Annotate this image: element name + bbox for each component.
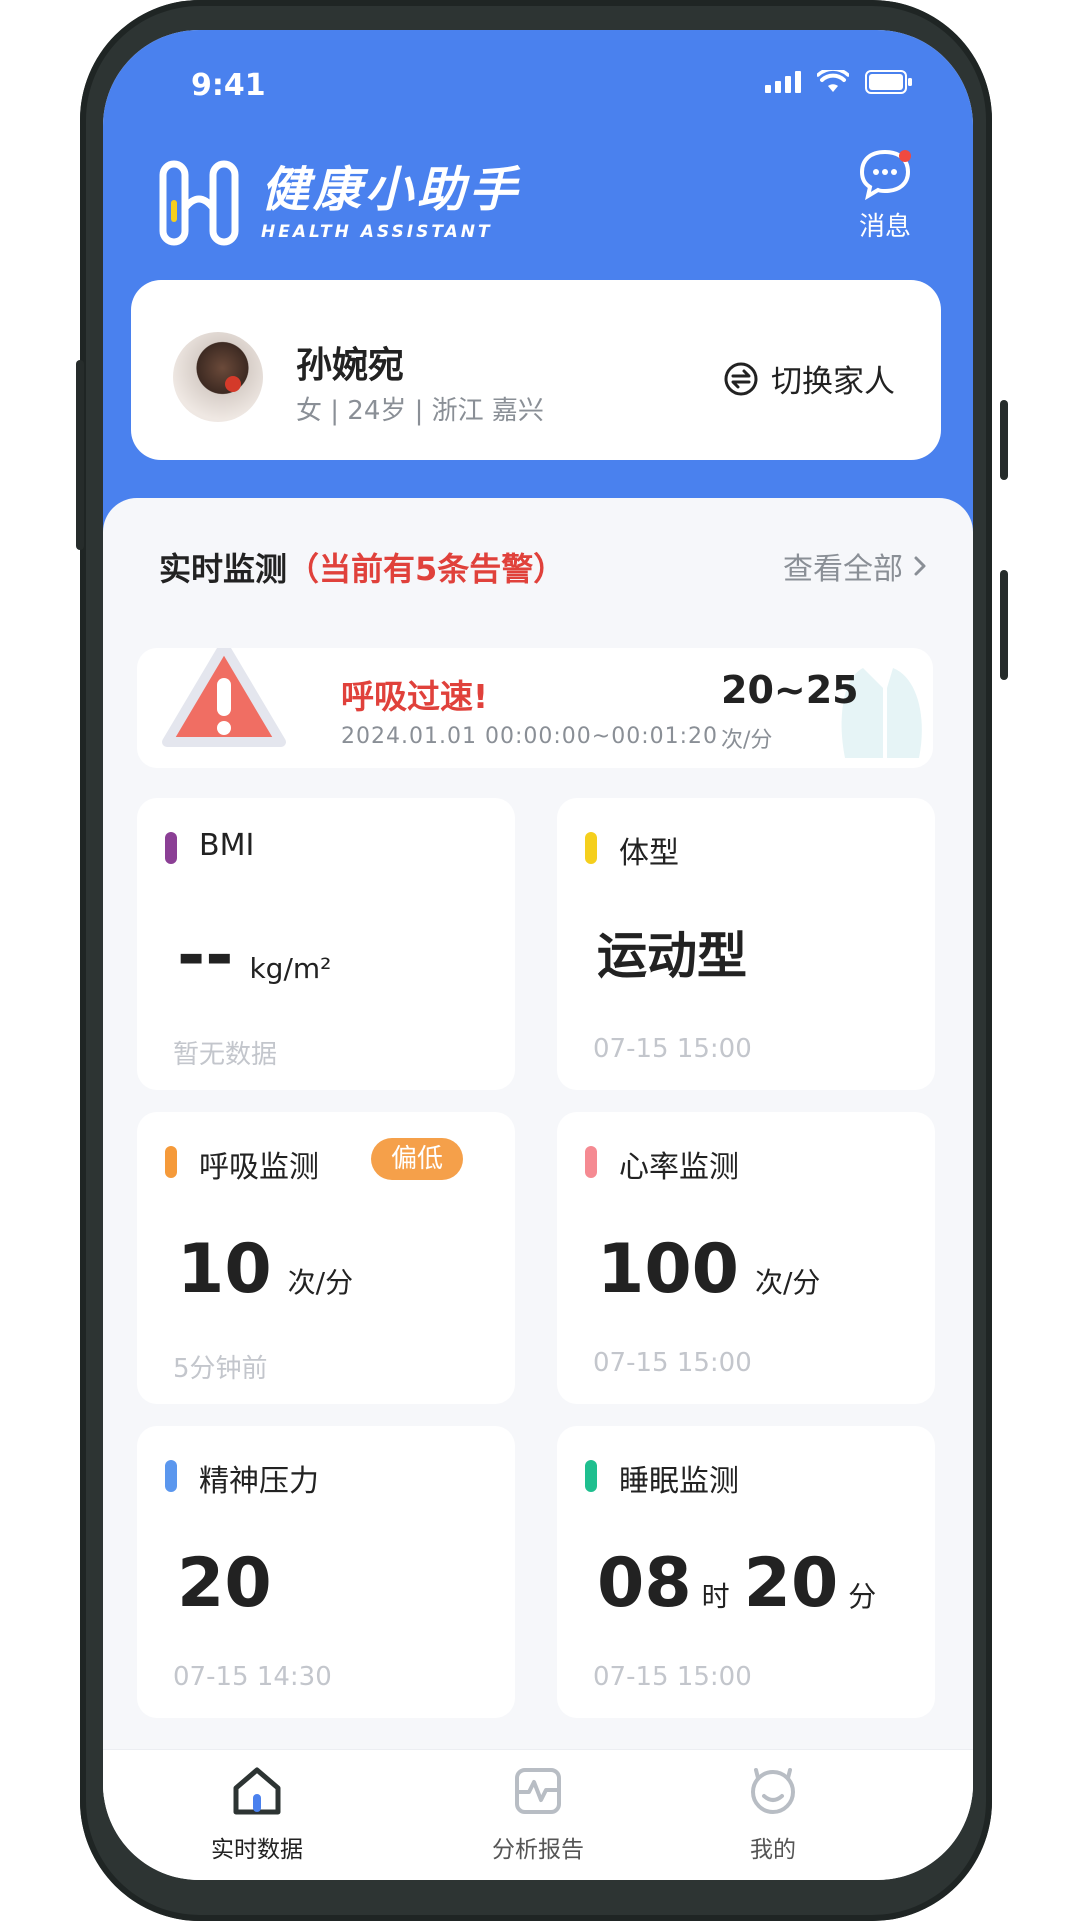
breath-time: 5分钟前	[173, 1354, 268, 1384]
sleep-color-bar	[585, 1460, 597, 1492]
bmi-card[interactable]: BMI -- kg/m² 暂无数据	[137, 798, 515, 1090]
stress-color-bar	[165, 1460, 177, 1492]
heart-color-bar	[585, 1146, 597, 1178]
sleep-hours: 08	[597, 1544, 692, 1623]
tab-mine[interactable]: 我的	[683, 1764, 863, 1864]
warning-triangle-icon	[162, 648, 286, 747]
alert-value: 20~25	[721, 668, 859, 712]
breath-unit: 次/分	[287, 1266, 354, 1299]
bmi-title: BMI	[199, 828, 255, 863]
profile-name: 孙婉宛	[296, 345, 405, 386]
sleep-value: 08 时 20 分	[597, 1544, 876, 1623]
view-all-link[interactable]: 查看全部	[783, 544, 927, 588]
bmi-value-text: --	[177, 916, 234, 995]
status-time: 9:41	[191, 68, 266, 103]
tab-realtime[interactable]: 实时数据	[167, 1764, 347, 1864]
chevron-right-icon	[914, 556, 926, 576]
body-type-card[interactable]: 体型 运动型 07-15 15:00	[557, 798, 935, 1090]
wifi-icon	[817, 70, 849, 92]
app-name-en: HEALTH ASSISTANT	[261, 222, 493, 242]
body-type-value: 运动型	[597, 927, 747, 985]
bmi-time: 暂无数据	[173, 1040, 278, 1070]
profile-icon	[751, 1768, 795, 1814]
profile-info: 女 | 24岁 | 浙江 嘉兴	[296, 396, 544, 426]
tab-report-label: 分析报告	[492, 1837, 584, 1863]
stress-card[interactable]: 精神压力 20 07-15 14:30	[137, 1426, 515, 1718]
tab-report[interactable]: 分析报告	[448, 1764, 628, 1864]
alert-card[interactable]: 呼吸过速! 2024.01.01 00:00:00~00:01:20 20~25…	[137, 648, 933, 768]
alert-title: 呼吸过速!	[341, 677, 489, 716]
message-label: 消息	[858, 212, 911, 242]
sleep-minutes-unit: 分	[848, 1580, 877, 1613]
battery-icon	[865, 70, 912, 94]
stress-title: 精神压力	[199, 1464, 319, 1499]
switch-icon	[724, 362, 758, 395]
body-type-color-bar	[585, 832, 597, 864]
section-title-text: 实时监测	[159, 550, 288, 588]
breath-title: 呼吸监测	[199, 1150, 319, 1185]
profile-card: 孙婉宛 女 | 24岁 | 浙江 嘉兴 切换家人	[131, 280, 941, 460]
bmi-color-bar	[165, 832, 177, 864]
avatar[interactable]	[173, 332, 263, 422]
alert-summary: （当前有5条告警）	[287, 550, 566, 588]
sleep-hours-unit: 时	[701, 1580, 730, 1613]
body-type-title: 体型	[619, 836, 679, 871]
section-title: 实时监测（当前有5条告警）	[159, 544, 565, 590]
breath-value: 10 次/分	[177, 1230, 353, 1309]
logo-h-icon	[159, 160, 239, 246]
body-type-time: 07-15 15:00	[593, 1034, 752, 1064]
view-all-label: 查看全部	[783, 552, 903, 587]
monitor-section: 实时监测（当前有5条告警） 查看全部 呼吸过速! 2024.01.01 00:0…	[103, 498, 973, 1798]
heart-value: 100 次/分	[597, 1230, 820, 1309]
heart-unit: 次/分	[754, 1266, 821, 1299]
sleep-minutes: 20	[743, 1544, 839, 1623]
tab-mine-label: 我的	[750, 1837, 796, 1863]
heart-rate-card[interactable]: 心率监测 100 次/分 07-15 15:00	[557, 1112, 935, 1404]
tab-realtime-label: 实时数据	[211, 1837, 303, 1863]
breath-card[interactable]: 呼吸监测 偏低 10 次/分 5分钟前	[137, 1112, 515, 1404]
signal-icon	[765, 71, 801, 93]
breath-value-text: 10	[177, 1230, 272, 1309]
heart-time: 07-15 15:00	[593, 1348, 752, 1378]
app-name-cn: 健康小助手	[261, 162, 522, 218]
volume-button	[76, 360, 84, 550]
breath-color-bar	[165, 1146, 177, 1178]
sleep-card[interactable]: 睡眠监测 08 时 20 分 07-15 15:00	[557, 1426, 935, 1718]
app-logo: 健康小助手 HEALTH ASSISTANT	[159, 160, 521, 246]
tab-bar: 实时数据 分析报告 我的	[103, 1749, 973, 1880]
message-button[interactable]: 消息	[835, 148, 935, 243]
switch-family-button[interactable]: 切换家人	[723, 356, 895, 401]
stress-time: 07-15 14:30	[173, 1662, 332, 1692]
bmi-unit: kg/m²	[249, 952, 332, 985]
power-button	[1000, 400, 1008, 480]
bmi-value: -- kg/m²	[177, 916, 331, 995]
sleep-title: 睡眠监测	[619, 1464, 739, 1499]
heart-value-text: 100	[597, 1230, 739, 1309]
alert-time-range: 2024.01.01 00:00:00~00:01:20	[341, 724, 719, 749]
app-screen: 9:41 健康小助手 HEALTH ASSISTANT 消息 孙婉宛 女 | 2…	[103, 30, 973, 1880]
side-button	[1000, 570, 1008, 680]
heart-title: 心率监测	[619, 1150, 739, 1185]
alert-unit: 次/分	[721, 728, 773, 753]
breath-status-badge: 偏低	[371, 1138, 463, 1180]
home-icon	[233, 1767, 281, 1815]
status-icons	[765, 70, 913, 94]
sleep-time: 07-15 15:00	[593, 1662, 752, 1692]
stress-value: 20	[177, 1544, 272, 1623]
chat-bubble-icon	[859, 149, 911, 201]
report-icon	[515, 1768, 561, 1814]
switch-family-label: 切换家人	[771, 364, 895, 400]
